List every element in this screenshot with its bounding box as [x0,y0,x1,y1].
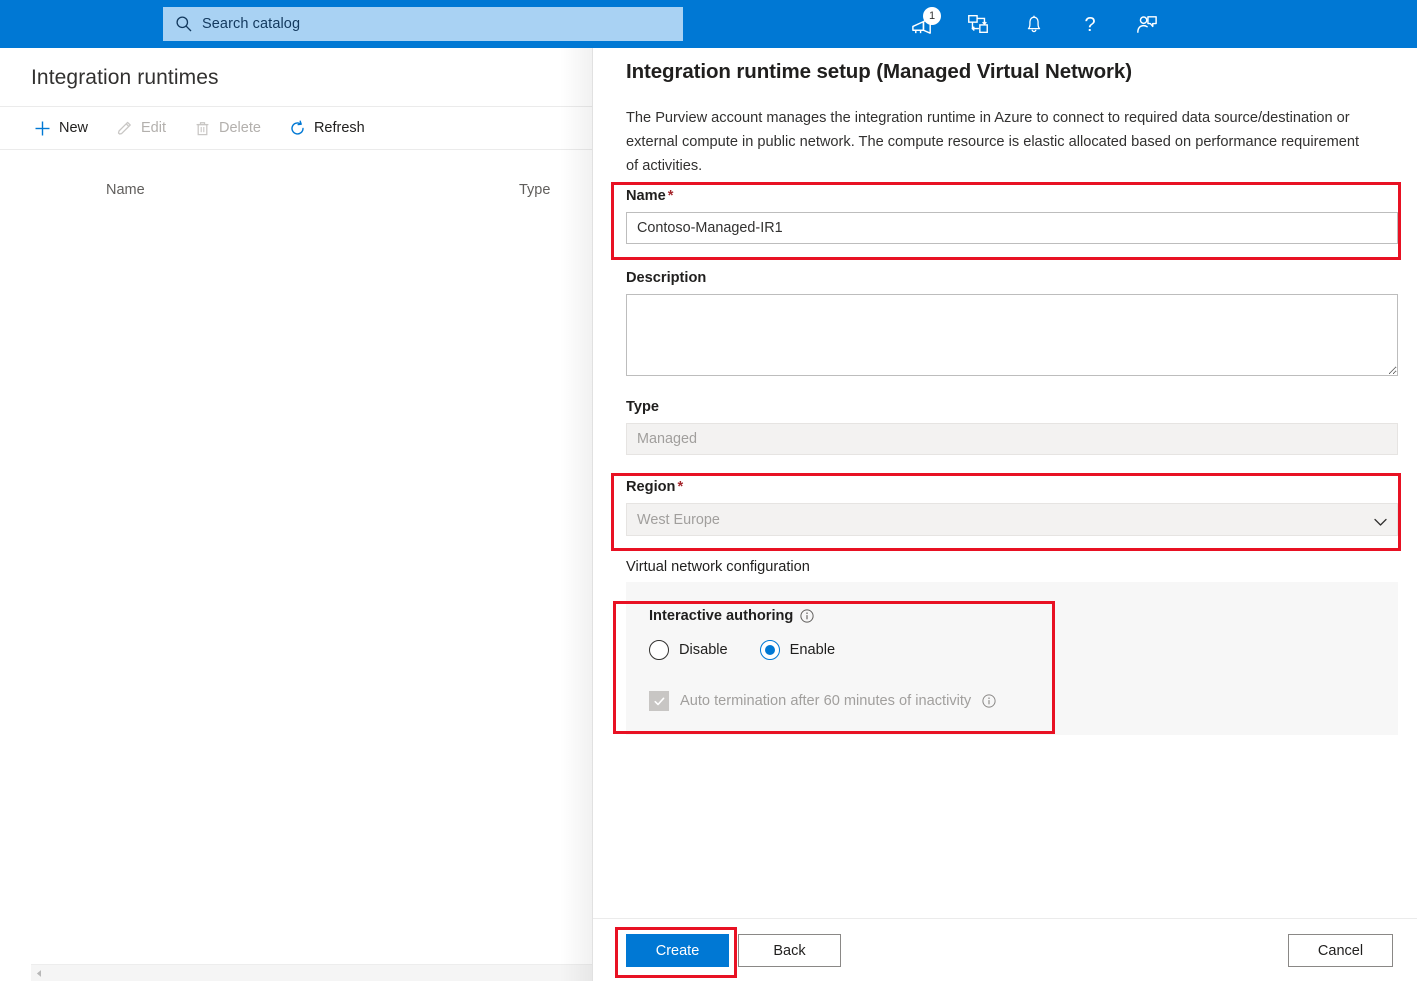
radio-dot-disable[interactable] [649,640,669,660]
type-input-readonly [626,423,1398,455]
radio-label-disable: Disable [679,642,728,658]
runtimes-table-header: Name Type [0,150,592,212]
region-required-marker: * [677,479,684,495]
page-title: Integration runtimes [31,66,219,89]
trash-icon [194,120,211,137]
interactive-authoring-label-text: Interactive authoring [649,608,794,624]
refresh-button-label: Refresh [313,120,365,136]
region-selected-value[interactable] [626,503,1398,536]
runtimes-table-body [0,211,592,1005]
column-header-name[interactable]: Name [106,182,145,198]
radio-option-enable[interactable]: Enable [759,640,836,660]
whats-new-icon[interactable]: 1 [905,7,941,41]
region-dropdown[interactable] [626,503,1398,536]
auto-termination-checkbox [649,691,669,711]
notifications-bell-icon[interactable] [1017,7,1051,41]
integration-runtime-setup-panel: Integration runtime setup (Managed Virtu… [592,48,1417,981]
horizontal-scrollbar[interactable] [31,964,592,981]
list-command-bar: New Edit Delete Refresh [0,107,592,149]
region-label-text: Region [626,479,676,495]
interactive-authoring-label: Interactive authoring [649,608,814,624]
delete-button: Delete [194,108,275,148]
pencil-icon [116,120,133,137]
radio-label-enable: Enable [789,642,836,658]
region-field-label: Region * [626,479,683,495]
name-input[interactable] [626,212,1398,244]
refresh-button[interactable]: Refresh [289,108,379,148]
auto-termination-row: Auto termination after 60 minutes of ina… [649,691,996,711]
search-catalog-box[interactable]: Search catalog [163,7,683,41]
panel-description: The Purview account manages the integrat… [626,110,1360,174]
top-command-bar: Search catalog 1 ? [0,0,1417,48]
name-field-label: Name * [626,188,673,204]
panel-title: Integration runtime setup (Managed Virtu… [626,60,1132,83]
name-label-text: Name [626,188,666,204]
create-button[interactable]: Create [626,934,729,967]
whats-new-badge-count: 1 [923,7,941,25]
topbar-icon-group: 1 ? [905,0,1163,48]
search-input-placeholder: Search catalog [202,16,301,32]
help-question-icon[interactable]: ? [1073,7,1107,41]
radio-option-disable[interactable]: Disable [649,640,728,660]
new-button[interactable]: New [34,108,102,148]
vnet-section-label: Virtual network configuration [626,559,810,575]
svg-text:?: ? [1084,14,1095,36]
name-required-marker: * [667,188,674,204]
refresh-icon [289,120,306,137]
back-button[interactable]: Back [738,934,841,967]
integration-runtimes-page: Integration runtimes New Edit Delete Ref… [0,48,592,1005]
feedback-person-icon[interactable] [1129,7,1163,41]
auto-termination-label: Auto termination after 60 minutes of ina… [680,693,972,709]
description-textarea[interactable] [626,294,1398,376]
column-header-type[interactable]: Type [519,182,550,198]
chevron-left-icon[interactable] [31,965,48,982]
panel-footer: Create Back Cancel [593,919,1417,981]
sitemap-icon[interactable] [961,7,995,41]
delete-button-label: Delete [219,120,261,136]
search-icon [175,15,193,33]
radio-dot-enable[interactable] [759,640,780,660]
new-button-label: New [59,120,89,136]
description-field-label: Description [626,270,707,286]
info-circle-icon[interactable] [982,694,996,708]
type-field-label: Type [626,399,659,415]
cancel-button[interactable]: Cancel [1288,934,1393,967]
interactive-authoring-radio-group: Disable Enable [649,640,835,660]
plus-icon [34,120,51,137]
edit-button: Edit [116,108,180,148]
info-circle-icon[interactable] [800,609,814,623]
edit-button-label: Edit [141,120,167,136]
